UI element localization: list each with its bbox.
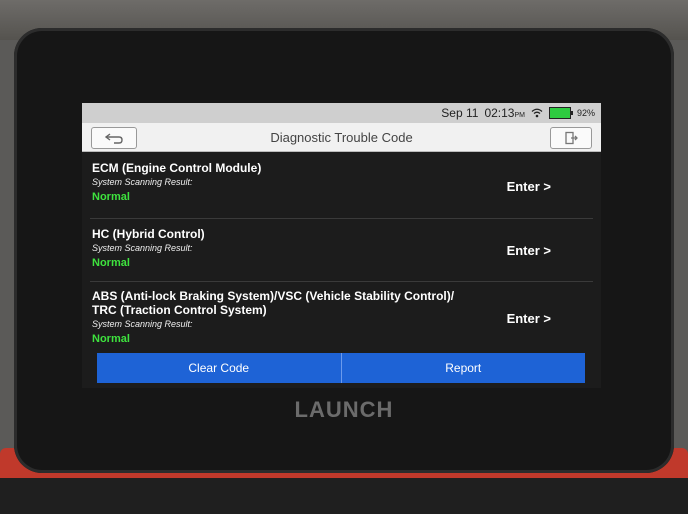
module-name: HC (Hybrid Control) [92,227,205,241]
divider [90,281,593,282]
list-item: ABS (Anti-lock Braking System)/VSC (Vehi… [92,289,591,345]
status-ampm: PM [514,112,525,119]
title-bar: Diagnostic Trouble Code [82,123,601,152]
status-time: 02:13PM [484,106,525,120]
report-button[interactable]: Report [341,353,585,383]
enter-button[interactable]: Enter > [507,243,551,258]
status-normal: Normal [92,257,130,269]
wifi-icon [531,108,543,118]
brand-logo: LAUNCH [294,397,394,422]
clear-code-button[interactable]: Clear Code [97,353,342,383]
exit-icon [565,131,578,145]
battery-percent: 92% [576,108,595,118]
module-name: ECM (Engine Control Module) [92,161,262,175]
battery-icon [548,107,573,119]
action-bar: Clear Code Report [97,353,585,383]
list-item: ECM (Engine Control Module) System Scann… [92,161,591,203]
enter-button[interactable]: Enter > [507,311,551,326]
exit-button[interactable] [550,127,592,149]
divider [90,218,593,219]
status-normal: Normal [92,333,130,345]
device-base [0,478,688,514]
module-name: ABS (Anti-lock Braking System)/VSC (Vehi… [92,289,455,303]
page-title: Diagnostic Trouble Code [270,130,413,145]
screen: Sep 11 02:13PM 92% Diagnostic Trouble Co… [82,103,601,388]
list-item: HC (Hybrid Control) System Scanning Resu… [92,227,591,269]
status-date: Sep 11 [441,106,479,120]
enter-button[interactable]: Enter > [507,179,551,194]
status-bar: Sep 11 02:13PM 92% [82,103,601,123]
